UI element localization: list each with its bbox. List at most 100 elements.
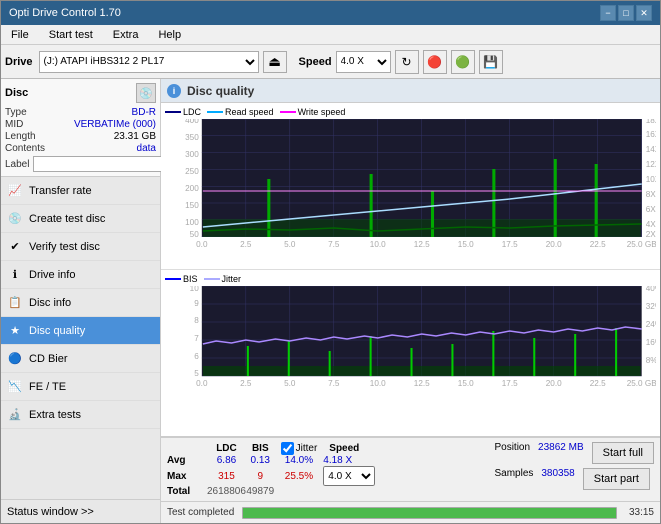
refresh-button[interactable]: ↻ <box>395 50 419 74</box>
save-button[interactable]: 💾 <box>479 50 503 74</box>
svg-text:5.0: 5.0 <box>284 240 296 249</box>
status-window-label: Status window >> <box>7 506 94 518</box>
settings-button1[interactable]: 🔴 <box>423 50 447 74</box>
nav-items: 📈 Transfer rate 💿 Create test disc ✔ Ver… <box>1 177 160 499</box>
close-button[interactable]: ✕ <box>636 5 652 21</box>
avg-row-label: Avg <box>167 455 207 466</box>
svg-text:40%: 40% <box>646 286 656 293</box>
bis-col-header: BIS <box>246 442 275 455</box>
svg-text:2X: 2X <box>646 230 656 239</box>
svg-text:5: 5 <box>194 369 199 378</box>
status-text: Test completed <box>167 507 234 518</box>
disc-quality-header-icon: i <box>167 84 181 98</box>
speed-value: 4.18 X <box>323 455 375 466</box>
chart2-svg: 10 9 8 7 6 5 40% 32% 24% 16% 8% 0.0 2.5 … <box>165 286 656 386</box>
jitter-checkbox[interactable] <box>281 442 294 455</box>
svg-text:25.0 GB: 25.0 GB <box>627 240 656 249</box>
sidebar-label-create-test-disc: Create test disc <box>29 213 105 225</box>
svg-text:10: 10 <box>190 286 200 293</box>
svg-text:22.5: 22.5 <box>590 379 606 386</box>
speed-select[interactable]: 4.0 X <box>336 51 391 73</box>
svg-text:9: 9 <box>194 299 199 308</box>
sidebar-item-verify-test-disc[interactable]: ✔ Verify test disc <box>1 233 160 261</box>
drive-label: Drive <box>5 56 35 68</box>
window-controls: − □ ✕ <box>600 5 652 21</box>
disc-section: Disc 💿 Type BD-R MID VERBATIMe (000) Len… <box>1 79 160 177</box>
sidebar-item-fe-te[interactable]: 📉 FE / TE <box>1 373 160 401</box>
speed-dropdown[interactable]: 4.0 X <box>323 466 375 486</box>
sidebar-item-disc-info[interactable]: 📋 Disc info <box>1 289 160 317</box>
svg-text:15.0: 15.0 <box>458 240 474 249</box>
create-test-disc-icon: 💿 <box>7 211 23 227</box>
disc-icon-btn[interactable]: 💿 <box>136 83 156 103</box>
title-bar: Opti Drive Control 1.70 − □ ✕ <box>1 1 660 25</box>
svg-text:8%: 8% <box>646 356 656 365</box>
ldc-col-header: LDC <box>207 442 246 455</box>
start-part-button[interactable]: Start part <box>583 468 650 490</box>
position-row: Position 23862 MB Start full <box>494 442 654 464</box>
menu-help[interactable]: Help <box>152 28 187 42</box>
sidebar-item-transfer-rate[interactable]: 📈 Transfer rate <box>1 177 160 205</box>
svg-text:20.0: 20.0 <box>546 379 562 386</box>
svg-text:2.5: 2.5 <box>240 379 252 386</box>
content-area: i Disc quality LDC Read speed W <box>161 79 660 523</box>
disc-quality-header: i Disc quality <box>161 79 660 103</box>
sidebar-item-disc-quality[interactable]: ★ Disc quality <box>1 317 160 345</box>
sidebar-item-create-test-disc[interactable]: 💿 Create test disc <box>1 205 160 233</box>
eject-button[interactable]: ⏏ <box>263 51 287 73</box>
disc-info-icon: 📋 <box>7 295 23 311</box>
cd-bier-icon: 🔵 <box>7 351 23 367</box>
samples-row: Samples 380358 Start part <box>494 468 654 490</box>
bottom-status-bar: Test completed 33:15 <box>161 501 660 523</box>
svg-text:6X: 6X <box>646 205 656 214</box>
svg-text:17.5: 17.5 <box>502 379 518 386</box>
status-time: 33:15 <box>629 507 654 518</box>
svg-text:8: 8 <box>194 316 199 325</box>
svg-text:32%: 32% <box>646 302 656 311</box>
menu-start-test[interactable]: Start test <box>43 28 99 42</box>
sidebar-item-cd-bier[interactable]: 🔵 CD Bier <box>1 345 160 373</box>
body-row: Disc 💿 Type BD-R MID VERBATIMe (000) Len… <box>1 79 660 523</box>
chart1-svg: 400 350 300 250 200 150 100 50 18X 16X 1… <box>165 119 656 249</box>
mid-label: MID <box>5 119 23 130</box>
ldc-total: 2618806 <box>207 486 246 497</box>
type-value: BD-R <box>132 107 156 118</box>
minimize-button[interactable]: − <box>600 5 616 21</box>
samples-label: Samples <box>494 468 533 490</box>
svg-text:150: 150 <box>185 201 199 210</box>
svg-text:10X: 10X <box>646 175 656 184</box>
start-full-button[interactable]: Start full <box>592 442 654 464</box>
svg-text:0.0: 0.0 <box>196 240 208 249</box>
jitter-checkbox-label[interactable]: Jitter <box>281 442 318 455</box>
legend-ldc: LDC <box>183 107 201 117</box>
drive-select[interactable]: (J:) ATAPI iHBS312 2 PL17 <box>39 51 259 73</box>
legend-bis: BIS <box>183 274 198 284</box>
svg-text:22.5: 22.5 <box>590 240 606 249</box>
label-input[interactable] <box>33 156 167 172</box>
disc-quality-icon: ★ <box>7 323 23 339</box>
maximize-button[interactable]: □ <box>618 5 634 21</box>
svg-text:14X: 14X <box>646 145 656 154</box>
svg-text:16X: 16X <box>646 130 656 139</box>
svg-text:2.5: 2.5 <box>240 240 252 249</box>
svg-text:200: 200 <box>185 184 199 193</box>
bis-max: 9 <box>246 466 275 486</box>
total-row-label: Total <box>167 486 207 497</box>
chart-bis: BIS Jitter <box>161 270 660 437</box>
sidebar-label-extra-tests: Extra tests <box>29 409 81 421</box>
bis-total: 49879 <box>246 486 275 497</box>
settings-button2[interactable]: 🟢 <box>451 50 475 74</box>
toolbar: Drive (J:) ATAPI iHBS312 2 PL17 ⏏ Speed … <box>1 45 660 79</box>
sidebar-item-extra-tests[interactable]: 🔬 Extra tests <box>1 401 160 429</box>
legend-read-speed: Read speed <box>225 107 274 117</box>
svg-text:17.5: 17.5 <box>502 240 518 249</box>
svg-text:10.0: 10.0 <box>370 240 386 249</box>
status-window-link[interactable]: Status window >> <box>1 499 160 523</box>
menu-file[interactable]: File <box>5 28 35 42</box>
sidebar-item-drive-info[interactable]: ℹ Drive info <box>1 261 160 289</box>
svg-text:15.0: 15.0 <box>458 379 474 386</box>
svg-text:7.5: 7.5 <box>328 240 340 249</box>
app-title: Opti Drive Control 1.70 <box>9 7 121 19</box>
bis-avg: 0.13 <box>246 455 275 466</box>
menu-extra[interactable]: Extra <box>107 28 145 42</box>
